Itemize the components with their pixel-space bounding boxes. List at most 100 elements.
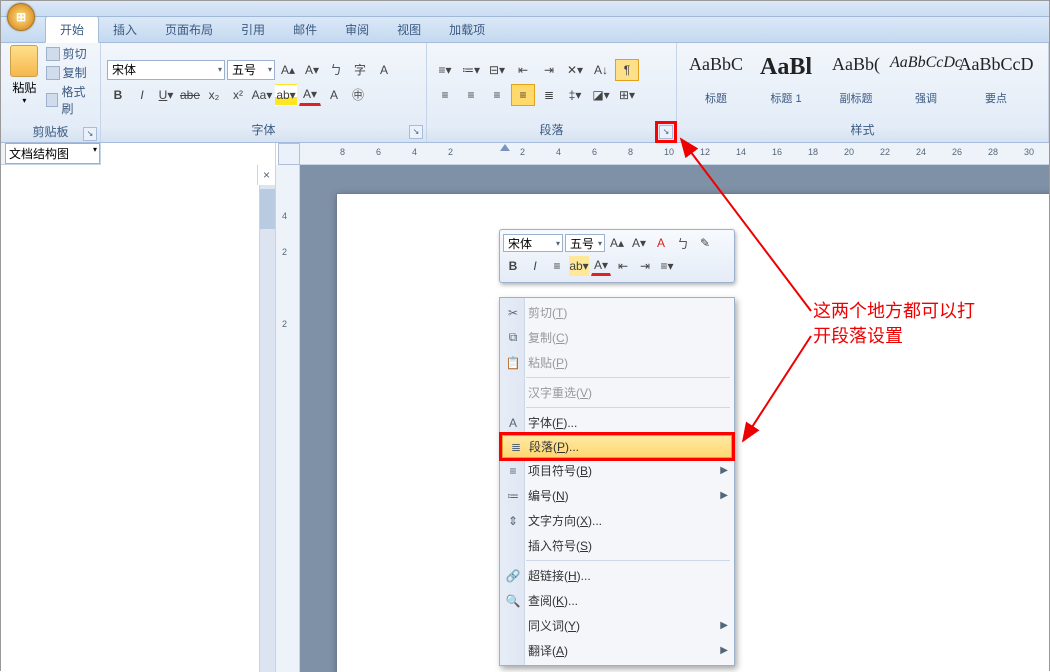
- tab-references[interactable]: 引用: [227, 17, 279, 42]
- clipboard-launcher[interactable]: ↘: [83, 127, 97, 141]
- multilevel-list-button[interactable]: ⊟▾: [485, 59, 509, 81]
- format-painter-button[interactable]: 格式刷: [46, 83, 94, 117]
- context-item-icon: ≔: [504, 487, 522, 505]
- context-item-13[interactable]: 🔗超链接(H)...: [500, 563, 734, 588]
- enclose-char-button[interactable]: ㊥: [347, 84, 369, 106]
- context-item-10[interactable]: ⇕文字方向(X)...: [500, 508, 734, 533]
- mini-italic[interactable]: I: [525, 256, 545, 276]
- tab-home[interactable]: 开始: [45, 16, 99, 43]
- subscript-button[interactable]: x₂: [203, 84, 225, 106]
- style-name-label: 标题: [705, 90, 727, 106]
- context-item-0: ✂剪切(T): [500, 300, 734, 325]
- tab-insert[interactable]: 插入: [99, 17, 151, 42]
- style-item-3[interactable]: AaBbCcDc强调: [893, 50, 959, 110]
- char-border-button[interactable]: 字: [349, 59, 371, 81]
- mini-phonetic[interactable]: ㄅ: [673, 233, 693, 253]
- superscript-button[interactable]: x²: [227, 84, 249, 106]
- mini-decrease-indent[interactable]: ⇤: [613, 256, 633, 276]
- office-button[interactable]: ⊞: [7, 3, 35, 31]
- document-map-scrollbar[interactable]: [259, 185, 275, 672]
- context-item-15[interactable]: 同义词(Y)▶: [500, 613, 734, 638]
- document-map-close[interactable]: ×: [257, 165, 275, 185]
- mini-highlight[interactable]: ab▾: [569, 256, 589, 276]
- mini-increase-indent[interactable]: ⇥: [635, 256, 655, 276]
- tab-addins[interactable]: 加载项: [435, 17, 499, 42]
- style-item-1[interactable]: AaBl标题 1: [753, 50, 819, 110]
- shrink-font-button[interactable]: A▾: [301, 59, 323, 81]
- mini-center[interactable]: ≡: [547, 256, 567, 276]
- tab-page-layout[interactable]: 页面布局: [151, 17, 227, 42]
- ruler-label: 8: [340, 147, 345, 157]
- font-name-combo[interactable]: 宋体▾: [107, 60, 225, 80]
- ruler-label: 26: [952, 147, 962, 157]
- context-item-6[interactable]: A字体(F)...: [500, 410, 734, 435]
- context-item-icon: 🔗: [504, 567, 522, 585]
- underline-button[interactable]: U▾: [155, 84, 177, 106]
- ruler-label: 6: [592, 147, 597, 157]
- bold-button[interactable]: B: [107, 84, 129, 106]
- line-spacing-button[interactable]: ‡▾: [563, 84, 587, 106]
- clear-format-button[interactable]: A: [373, 59, 395, 81]
- cut-button[interactable]: 剪切: [46, 45, 94, 62]
- submenu-arrow-icon: ▶: [720, 620, 728, 631]
- borders-button[interactable]: ⊞▾: [615, 84, 639, 106]
- tab-view[interactable]: 视图: [383, 17, 435, 42]
- mini-shrink-font[interactable]: A▾: [629, 233, 649, 253]
- phonetic-button[interactable]: ㄅ: [325, 59, 347, 81]
- document-map-combo[interactable]: 文档结构图▾: [5, 143, 100, 164]
- style-item-2[interactable]: AaBb(副标题: [823, 50, 889, 110]
- mini-styles[interactable]: A: [651, 233, 671, 253]
- mini-format-painter[interactable]: ✎: [695, 233, 715, 253]
- change-case-button[interactable]: Aa▾: [251, 84, 273, 106]
- context-item-7[interactable]: ≣段落(P)...: [502, 435, 732, 458]
- context-item-icon: [504, 617, 522, 635]
- context-item-8[interactable]: ≡项目符号(B)▶: [500, 458, 734, 483]
- mini-bold[interactable]: B: [503, 256, 523, 276]
- distribute-button[interactable]: ≣: [537, 84, 561, 106]
- bullets-button[interactable]: ≡▾: [433, 59, 457, 81]
- style-item-4[interactable]: AaBbCcD要点: [963, 50, 1029, 110]
- copy-button[interactable]: 复制: [46, 64, 94, 81]
- align-center-button[interactable]: ≡: [459, 84, 483, 106]
- context-item-11[interactable]: 插入符号(S): [500, 533, 734, 558]
- context-item-14[interactable]: 🔍查阅(K)...: [500, 588, 734, 613]
- grow-font-button[interactable]: A▴: [277, 59, 299, 81]
- align-justify-button[interactable]: ≡: [511, 84, 535, 106]
- group-font-label: 字体 ↘: [101, 117, 426, 142]
- sort-button[interactable]: A↓: [589, 59, 613, 81]
- first-line-indent-marker[interactable]: [500, 143, 510, 151]
- align-left-button[interactable]: ≡: [433, 84, 457, 106]
- ruler-corner[interactable]: [278, 143, 300, 165]
- font-color-button[interactable]: A▾: [299, 84, 321, 106]
- highlight-color-button[interactable]: ab▾: [275, 84, 297, 106]
- mini-font-size-combo[interactable]: 五号▾: [565, 234, 605, 252]
- show-marks-button[interactable]: ¶: [615, 59, 639, 81]
- context-item-9[interactable]: ≔编号(N)▶: [500, 483, 734, 508]
- mini-font-color[interactable]: A▾: [591, 256, 611, 276]
- char-shading-button[interactable]: A: [323, 84, 345, 106]
- style-item-0[interactable]: AaBbC标题: [683, 50, 749, 110]
- paragraph-launcher[interactable]: ↘: [659, 125, 673, 139]
- context-item-icon: ≣: [507, 438, 525, 456]
- paste-button[interactable]: 粘贴 ▾: [7, 45, 42, 117]
- tab-mailings[interactable]: 邮件: [279, 17, 331, 42]
- italic-button[interactable]: I: [131, 84, 153, 106]
- asian-layout-button[interactable]: ✕▾: [563, 59, 587, 81]
- group-styles-label: 样式: [677, 117, 1048, 142]
- increase-indent-button[interactable]: ⇥: [537, 59, 561, 81]
- mini-grow-font[interactable]: A▴: [607, 233, 627, 253]
- vertical-ruler[interactable]: 422: [276, 165, 300, 672]
- align-right-button[interactable]: ≡: [485, 84, 509, 106]
- horizontal-ruler[interactable]: 86422468101214161820222426283032: [300, 143, 1049, 165]
- tab-review[interactable]: 审阅: [331, 17, 383, 42]
- shading-button[interactable]: ◪▾: [589, 84, 613, 106]
- decrease-indent-button[interactable]: ⇤: [511, 59, 535, 81]
- context-item-label: 文字方向(X)...: [528, 512, 602, 529]
- numbering-button[interactable]: ≔▾: [459, 59, 483, 81]
- font-size-combo[interactable]: 五号▾: [227, 60, 275, 80]
- mini-bullets[interactable]: ≡▾: [657, 256, 677, 276]
- context-item-16[interactable]: 翻译(A)▶: [500, 638, 734, 663]
- font-launcher[interactable]: ↘: [409, 125, 423, 139]
- strike-button[interactable]: abe: [179, 84, 201, 106]
- mini-font-name-combo[interactable]: 宋体▾: [503, 234, 563, 252]
